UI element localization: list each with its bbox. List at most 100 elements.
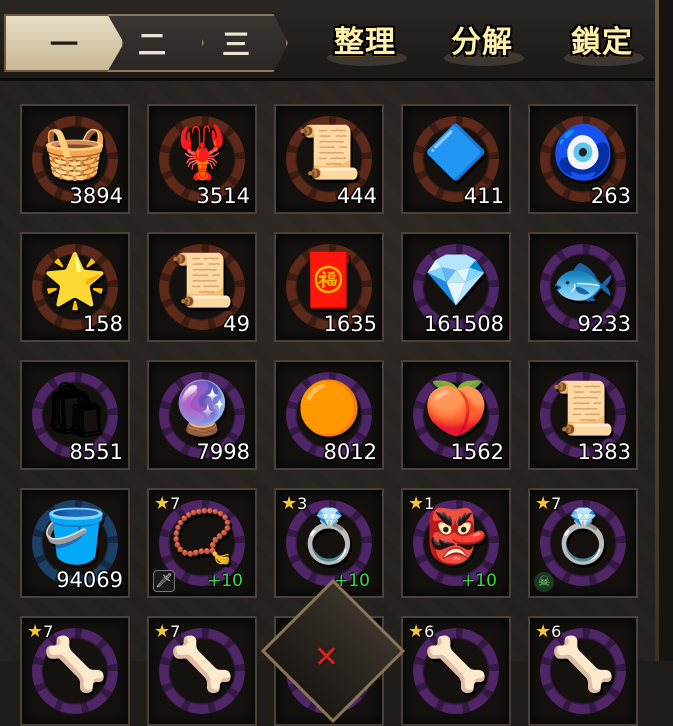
star-icon: ★ [27, 621, 44, 642]
star-level: ★7 [154, 493, 180, 514]
inventory-slot[interactable]: 📜 49 [147, 232, 257, 342]
charm-icon: 🧿 [550, 122, 616, 183]
orange-orb-icon: 🟠 [296, 378, 362, 439]
fox-mask-icon: 👺 [423, 506, 489, 567]
inventory-slot[interactable]: 🍑 1562 [401, 360, 511, 470]
skull-tag-icon: ☠ [534, 572, 554, 592]
inventory-slot[interactable]: 📜 444 [274, 104, 384, 214]
star-icon: ★ [154, 493, 171, 514]
scroll-icon: 📜 [296, 122, 362, 183]
fish-icon: 🐟 [550, 250, 616, 311]
inventory-slot[interactable]: 🔷 411 [401, 104, 511, 214]
star-level: ★1 [408, 493, 434, 514]
amulet-necklace-icon: 📿 [169, 506, 235, 567]
inventory-slot[interactable]: 🐟 9233 [528, 232, 638, 342]
star-icon: ★ [408, 621, 425, 642]
peach-icon: 🍑 [423, 378, 489, 439]
horn-item-icon: 🦴 [423, 634, 489, 695]
item-count: 444 [336, 184, 377, 208]
inventory-slot[interactable]: 🦴 ★7 [147, 616, 257, 726]
star-level: ★7 [535, 493, 561, 514]
gold-bracelet-icon: 💍 [296, 506, 362, 567]
item-count: 49 [223, 312, 250, 336]
inventory-slot[interactable]: 📜 1383 [528, 360, 638, 470]
inventory-slot[interactable]: 👺 ★1 +10 [401, 488, 511, 598]
lock-label: 鎖定 [571, 25, 633, 60]
inventory-slot[interactable]: 🧺 3894 [20, 104, 130, 214]
item-count: 94069 [56, 568, 123, 592]
item-count: 9233 [577, 312, 631, 336]
item-count: 3514 [196, 184, 250, 208]
item-count: 8551 [69, 440, 123, 464]
item-count: 3894 [69, 184, 123, 208]
star-level: ★6 [535, 621, 561, 642]
inventory-slot[interactable]: 🔮 7998 [147, 360, 257, 470]
tab-one-label: 一 [49, 28, 78, 61]
flour-sack-icon: 🛍 [41, 378, 109, 439]
lion-scroll-icon: 🧧 [296, 250, 362, 311]
item-count: 161508 [423, 312, 504, 336]
item-count: 1383 [577, 440, 631, 464]
sort-label: 整理 [334, 25, 396, 60]
enhance-level: +10 [461, 571, 497, 591]
inventory-slot[interactable]: 🪣 94069 [20, 488, 130, 598]
item-count: 158 [82, 312, 123, 336]
star-level: ★7 [27, 621, 53, 642]
star-count: 1 [424, 494, 435, 513]
item-count: 1635 [323, 312, 377, 336]
purple-orb-icon: 🔮 [169, 378, 235, 439]
tab-two-label: 二 [137, 28, 166, 61]
star-count: 6 [424, 622, 435, 641]
seal-scroll-icon: 📜 [550, 378, 616, 439]
item-count: 7998 [196, 440, 250, 464]
item-count: 263 [590, 184, 631, 208]
star-count: 7 [43, 622, 54, 641]
star-icon: ★ [154, 621, 171, 642]
inventory-slot[interactable]: 🦴 ★6 [401, 616, 511, 726]
sword-tag-icon: 🗡 [153, 570, 175, 592]
horn-item-icon: 🦴 [169, 634, 235, 695]
star-level: ★6 [408, 621, 434, 642]
star-count: 7 [551, 494, 562, 513]
inventory-slot[interactable]: 🦞 3514 [147, 104, 257, 214]
crystal-stone-icon: 🔷 [423, 122, 489, 183]
star-level: ★7 [154, 621, 180, 642]
inventory-slot[interactable]: 🟠 8012 [274, 360, 384, 470]
enhance-level: +10 [207, 571, 243, 591]
hammer-scroll-icon: 📜 [169, 250, 235, 311]
inventory-slot[interactable]: 💍 ★7 ☠ [528, 488, 638, 598]
inventory-slot[interactable]: 🦴 ★7 [20, 616, 130, 726]
jeweled-ring-icon: 💍 [550, 506, 616, 567]
panel-edge [659, 0, 673, 661]
tab-three-label: 三 [221, 28, 250, 61]
inventory-slot[interactable]: 🦴 ★6 [528, 616, 638, 726]
decompose-label: 分解 [451, 25, 513, 60]
inventory-slot[interactable]: 🧿 263 [528, 104, 638, 214]
inventory-slot[interactable]: 🌟 158 [20, 232, 130, 342]
item-count: 8012 [323, 440, 377, 464]
star-count: 7 [170, 494, 181, 513]
star-icon: ★ [408, 493, 425, 514]
lock-button[interactable]: 鎖定 [560, 6, 644, 72]
gold-badge-icon: 🌟 [42, 250, 108, 311]
star-count: 3 [297, 494, 308, 513]
rice-basket-icon: 🧺 [42, 122, 108, 183]
horn-item-icon: 🦴 [550, 634, 616, 695]
item-count: 1562 [450, 440, 504, 464]
lobster-icon: 🦞 [169, 122, 235, 183]
soup-bucket-icon: 🪣 [42, 506, 108, 567]
close-icon[interactable]: ✕ [314, 640, 339, 675]
blue-gem-icon: 💎 [423, 250, 489, 311]
star-icon: ★ [281, 493, 298, 514]
item-count: 411 [463, 184, 504, 208]
inventory-slot[interactable]: 📿 ★7 +10 🗡 [147, 488, 257, 598]
inventory-slot[interactable]: 💎 161508 [401, 232, 511, 342]
star-level: ★3 [281, 493, 307, 514]
tab-bar: 三 二 一 整理 分解 鎖定 [0, 0, 673, 81]
inventory-slot[interactable]: 🧧 1635 [274, 232, 384, 342]
sort-button[interactable]: 整理 [323, 6, 407, 72]
inventory-slot[interactable]: 🛍 8551 [20, 360, 130, 470]
tab-one[interactable]: 一 [4, 14, 124, 72]
horn-item-icon: 🦴 [42, 634, 108, 695]
decompose-button[interactable]: 分解 [440, 6, 524, 72]
